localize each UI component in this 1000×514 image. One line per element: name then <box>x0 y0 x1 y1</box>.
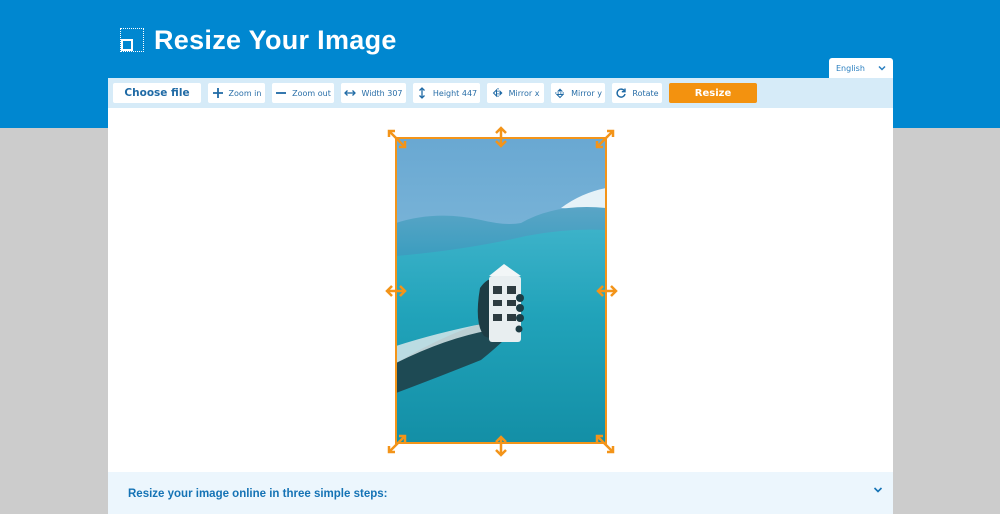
language-select[interactable]: English <box>829 58 893 78</box>
chevron-down-icon[interactable] <box>872 485 884 495</box>
resize-handle-top-left[interactable] <box>386 128 408 150</box>
mirror-vertical-icon <box>555 88 566 99</box>
horizontal-arrow-icon <box>385 285 407 297</box>
steps-accordion[interactable]: Resize your image online in three simple… <box>108 472 893 514</box>
uploaded-image[interactable] <box>396 138 606 443</box>
diagonal-arrow-icon <box>387 129 407 149</box>
diagonal-arrow-icon <box>387 434 407 454</box>
zoom-out-label: Zoom out <box>292 88 331 98</box>
vertical-arrows-icon <box>418 87 425 99</box>
toolbar: Choose file Zoom in Zoom out Width 307 H… <box>108 78 893 108</box>
height-button[interactable]: Height 447 <box>413 83 480 103</box>
mirror-y-label: Mirror y <box>571 88 602 98</box>
image-canvas <box>108 108 893 472</box>
vertical-arrow-icon <box>495 435 507 457</box>
image-illustration <box>396 138 606 443</box>
editor-panel: Choose file Zoom in Zoom out Width 307 H… <box>108 78 893 514</box>
resize-handle-top-right[interactable] <box>594 128 616 150</box>
resize-handle-bottom[interactable] <box>490 435 512 457</box>
zoom-in-button[interactable]: Zoom in <box>208 83 265 103</box>
language-selected: English <box>836 63 865 73</box>
zoom-out-button[interactable]: Zoom out <box>272 83 334 103</box>
mirror-y-button[interactable]: Mirror y <box>551 83 605 103</box>
resize-frame-icon <box>120 28 144 52</box>
resize-handle-bottom-right[interactable] <box>594 433 616 455</box>
chevron-down-icon <box>878 65 886 71</box>
minus-icon <box>276 92 287 94</box>
diagonal-arrow-icon <box>595 129 615 149</box>
brand[interactable]: Resize Your Image <box>120 24 397 56</box>
mirror-x-label: Mirror x <box>508 88 540 98</box>
resize-button[interactable]: Resize <box>669 83 757 103</box>
width-label: Width 307 <box>361 88 403 98</box>
mirror-horizontal-icon <box>492 88 503 98</box>
resize-handle-bottom-left[interactable] <box>386 433 408 455</box>
mirror-x-button[interactable]: Mirror x <box>487 83 544 103</box>
width-button[interactable]: Width 307 <box>341 83 406 103</box>
choose-file-button[interactable]: Choose file <box>113 83 201 103</box>
horizontal-arrows-icon <box>344 90 357 96</box>
vertical-arrow-icon <box>495 126 507 148</box>
resize-handle-left[interactable] <box>385 280 407 302</box>
steps-title: Resize your image online in three simple… <box>128 488 388 500</box>
diagonal-arrow-icon <box>595 434 615 454</box>
rotate-button[interactable]: Rotate <box>612 83 662 103</box>
zoom-in-label: Zoom in <box>228 88 262 98</box>
choose-file-label: Choose file <box>124 87 190 99</box>
page-title: Resize Your Image <box>154 24 397 55</box>
horizontal-arrow-icon <box>596 285 618 297</box>
rotate-icon <box>616 88 627 98</box>
resize-label: Resize <box>694 87 732 99</box>
resize-handle-top[interactable] <box>490 126 512 148</box>
rotate-label: Rotate <box>632 88 659 98</box>
height-label: Height 447 <box>432 88 478 98</box>
plus-icon <box>212 88 223 98</box>
resize-handle-right[interactable] <box>596 280 618 302</box>
